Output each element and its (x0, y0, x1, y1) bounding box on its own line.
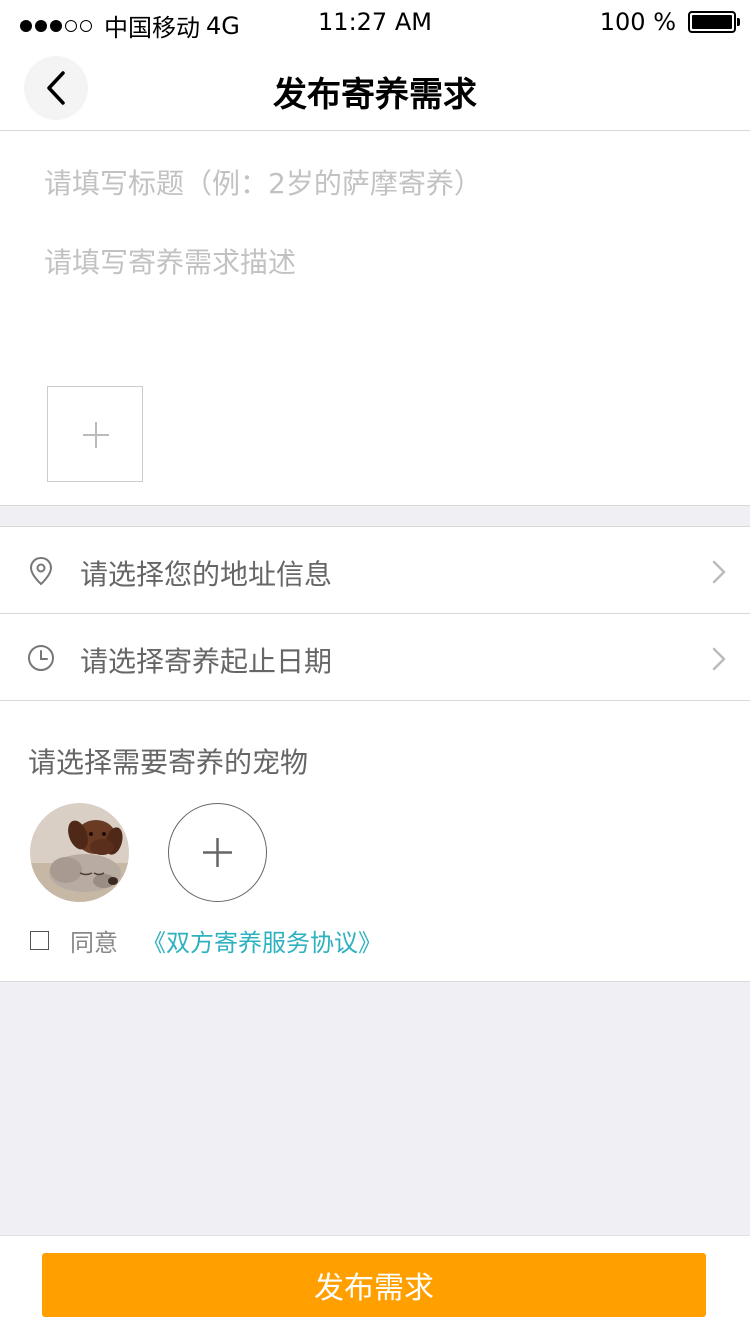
description-input[interactable] (44, 241, 704, 371)
battery-icon (688, 11, 740, 33)
screen: 中国移动 4G 11:27 AM 100 % 发布寄养需求 请填写标题（例：2岁… (0, 0, 750, 1334)
clock-icon (28, 645, 54, 671)
plus-icon (202, 837, 232, 867)
agreement-row: 同意 《双方寄养服务协议》 (30, 923, 382, 957)
battery-fill (692, 15, 732, 29)
dog-photo (30, 803, 129, 902)
publish-button[interactable]: 发布需求 (42, 1253, 706, 1317)
page-title: 发布寄养需求 (273, 75, 477, 115)
plus-icon (83, 422, 109, 448)
address-row[interactable]: 请选择您的地址信息 (0, 527, 750, 614)
options-list: 请选择您的地址信息 请选择寄养起止日期 (0, 526, 750, 701)
agreement-link[interactable]: 《双方寄养服务协议》 (142, 923, 382, 958)
chevron-right-icon (712, 560, 726, 584)
add-pet-button[interactable] (168, 803, 267, 902)
status-bar: 中国移动 4G 11:27 AM 100 % (0, 0, 750, 44)
chevron-right-icon (712, 647, 726, 671)
add-photo-button[interactable] (47, 386, 143, 482)
battery-percent: 100 % (599, 8, 676, 36)
dates-row-label: 请选择寄养起止日期 (80, 645, 333, 678)
agree-label: 同意 (70, 928, 118, 957)
address-row-label: 请选择您的地址信息 (80, 558, 333, 591)
bottom-bar: 发布需求 (0, 1235, 750, 1334)
location-pin-icon (29, 556, 53, 586)
status-right: 100 % (599, 8, 740, 36)
pet-section: 请选择需要寄养的宠物 同意 《双方寄养服务协议》 (0, 701, 750, 982)
dates-row[interactable]: 请选择寄养起止日期 (0, 614, 750, 701)
agree-checkbox[interactable] (30, 930, 49, 950)
nav-bar: 发布寄养需求 (0, 44, 750, 131)
form-card (0, 131, 750, 506)
pet-avatar[interactable] (30, 803, 129, 902)
title-input[interactable] (44, 161, 704, 205)
pet-section-heading: 请选择需要寄养的宠物 (28, 746, 309, 779)
